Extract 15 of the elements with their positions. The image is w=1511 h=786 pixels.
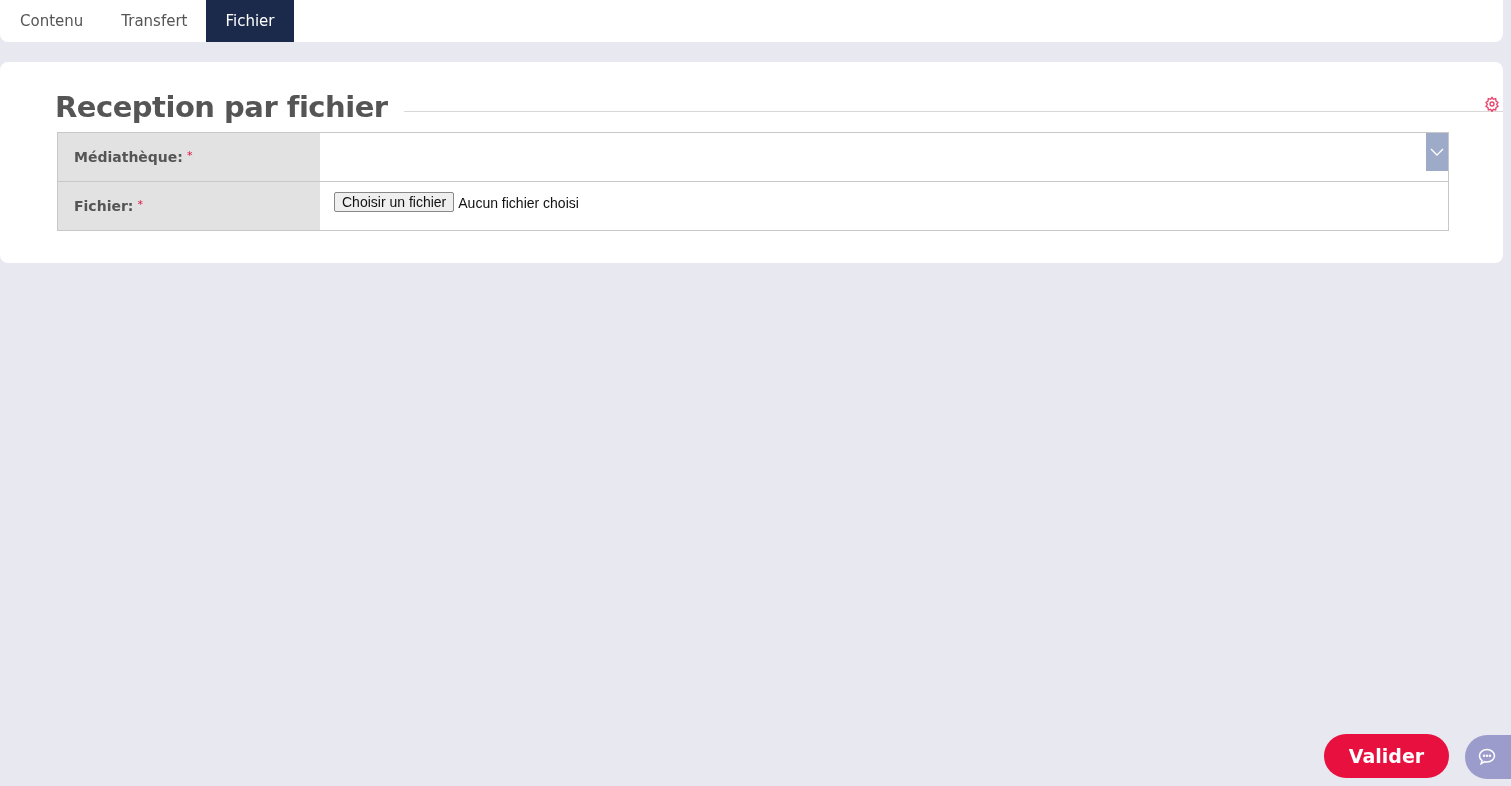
tab[interactable]: Contenu (1, 0, 103, 42)
field-label: Médiathèque: (74, 149, 183, 165)
form-title: Reception par fichier (55, 90, 388, 124)
required-mark: * (137, 198, 143, 211)
chat-icon (1477, 747, 1497, 767)
chat-button[interactable] (1465, 735, 1511, 779)
submit-button[interactable]: Valider (1324, 734, 1449, 778)
chevron-down-icon (1430, 148, 1444, 156)
tab[interactable]: Transfert (102, 0, 207, 42)
file-status: Aucun fichier choisi (458, 195, 579, 211)
required-mark: * (186, 149, 193, 162)
choose-file-button[interactable]: Choisir un fichier (334, 192, 455, 212)
field-label: Fichier: (74, 198, 134, 214)
settings-icon[interactable] (1484, 96, 1500, 112)
tab[interactable]: Fichier (206, 0, 294, 42)
